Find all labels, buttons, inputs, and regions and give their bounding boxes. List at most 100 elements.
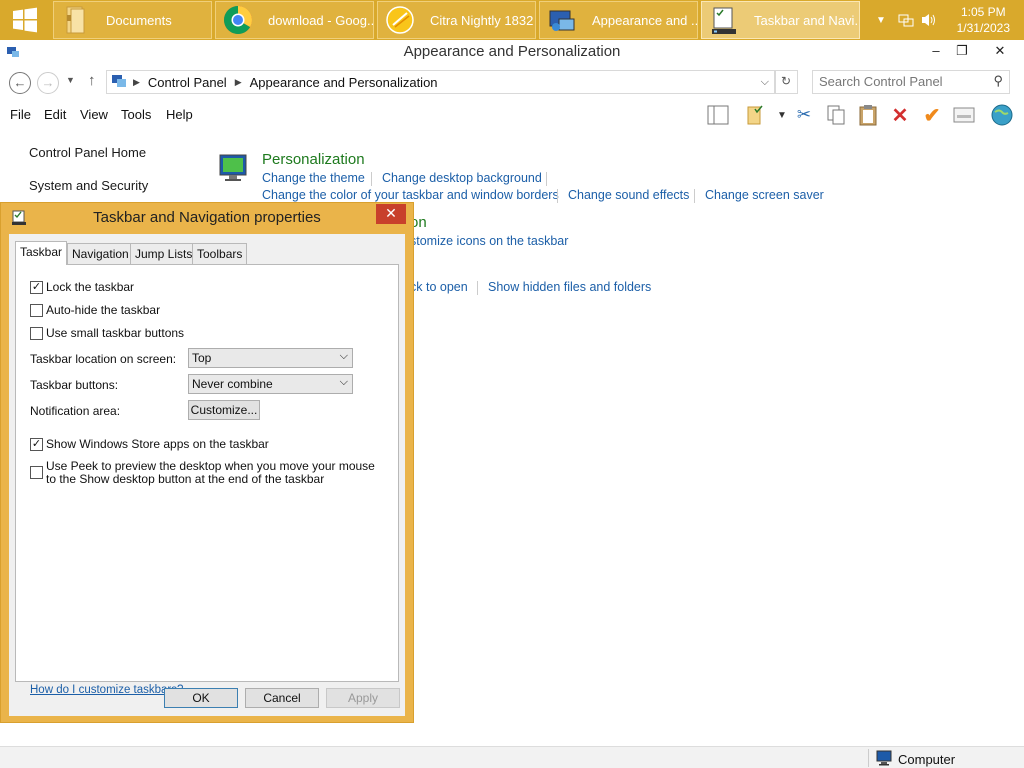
- delete-icon[interactable]: ✕: [888, 103, 912, 127]
- network-icon[interactable]: [898, 0, 914, 40]
- location-label: Taskbar location on screen:: [30, 352, 177, 366]
- back-button[interactable]: ←: [9, 72, 31, 94]
- sidebar-item-control-panel-home[interactable]: Control Panel Home: [29, 145, 146, 160]
- notification-label: Notification area:: [30, 404, 121, 418]
- address-bar[interactable]: ▶ Control Panel ▶ Appearance and Persona…: [106, 70, 776, 94]
- forward-button[interactable]: →: [37, 72, 59, 94]
- tab-taskbar[interactable]: Taskbar: [15, 241, 68, 265]
- peek-checkbox[interactable]: [30, 466, 43, 479]
- menu-edit[interactable]: Edit: [44, 107, 66, 122]
- search-icon[interactable]: ⚲: [993, 73, 1003, 89]
- recent-locations-button[interactable]: ▼: [66, 75, 75, 85]
- dialog-body: Taskbar Navigation Jump Lists Toolbars ✓…: [9, 234, 405, 716]
- cut-icon[interactable]: ✂: [792, 103, 816, 127]
- start-button[interactable]: [0, 0, 50, 40]
- personalization-icon[interactable]: [218, 152, 250, 187]
- volume-icon[interactable]: [920, 0, 938, 40]
- copy-icon[interactable]: [824, 103, 848, 127]
- computer-icon: [876, 750, 894, 768]
- taskbar-button-documents[interactable]: Documents: [53, 1, 212, 39]
- restore-button[interactable]: ❐: [952, 43, 972, 61]
- folder-icon: [60, 4, 92, 36]
- link-change-desktop-background[interactable]: Change desktop background: [382, 171, 542, 185]
- location-select[interactable]: Top ⌵: [188, 348, 353, 368]
- arrow-up-icon: ↑: [88, 72, 96, 89]
- tray-overflow-button[interactable]: ▼: [876, 0, 886, 40]
- dialog-title: Taskbar and Navigation properties: [93, 209, 321, 226]
- link-separator: [557, 189, 558, 203]
- link-separator: [371, 172, 372, 186]
- taskbar-clock[interactable]: 1:05 PM 1/31/2023: [957, 4, 1010, 36]
- peek-option[interactable]: Use Peek to preview the desktop when you…: [30, 460, 380, 486]
- status-computer: Computer: [876, 750, 955, 768]
- link-click-to-open[interactable]: ck to open: [410, 280, 468, 294]
- buttons-combine-value: Never combine: [192, 377, 273, 391]
- chevron-down-icon[interactable]: ⌵: [761, 76, 769, 89]
- buttons-combine-select[interactable]: Never combine ⌵: [188, 374, 353, 394]
- taskbar-button-label: Taskbar and Navi...: [754, 12, 860, 28]
- sidebar-item-system-security[interactable]: System and Security: [29, 178, 148, 193]
- apply-button[interactable]: Apply: [326, 688, 400, 708]
- breadcrumb-current[interactable]: Appearance and Personalization: [250, 75, 438, 90]
- citra-icon: [384, 4, 416, 36]
- layout-pane-icon[interactable]: [706, 103, 730, 127]
- status-divider: [868, 749, 869, 767]
- taskbar-button-appearance[interactable]: Appearance and ...: [539, 1, 698, 39]
- lock-taskbar-option[interactable]: ✓ Lock the taskbar: [30, 280, 134, 294]
- store-apps-option[interactable]: ✓ Show Windows Store apps on the taskbar: [30, 437, 269, 451]
- checkmark-icon[interactable]: ✔: [920, 103, 944, 127]
- minimize-button[interactable]: –: [926, 43, 946, 61]
- option-label: Lock the taskbar: [46, 280, 135, 294]
- globe-icon[interactable]: [990, 103, 1014, 127]
- chevron-down-icon: ▼: [876, 14, 886, 26]
- search-input[interactable]: Search Control Panel ⚲: [812, 70, 1010, 94]
- tab-jump-lists[interactable]: Jump Lists: [130, 243, 198, 264]
- small-buttons-option[interactable]: Use small taskbar buttons: [30, 326, 184, 340]
- dialog-close-button[interactable]: ✕: [376, 204, 406, 224]
- link-change-theme[interactable]: Change the theme: [262, 171, 365, 185]
- taskbar-button-label: Citra Nightly 1832: [430, 12, 534, 28]
- customize-button[interactable]: Customize...: [188, 400, 260, 420]
- status-bar: Computer: [0, 746, 1024, 768]
- menu-help[interactable]: Help: [166, 107, 193, 122]
- option-label: Use small taskbar buttons: [46, 326, 185, 340]
- chevron-down-icon: ⌵: [339, 350, 348, 362]
- taskbar-button-label: Appearance and ...: [592, 12, 698, 28]
- tab-navigation[interactable]: Navigation: [67, 243, 134, 264]
- close-button[interactable]: ✕: [990, 43, 1010, 61]
- paste-icon[interactable]: [856, 103, 880, 127]
- chevron-down-icon[interactable]: ▼: [770, 103, 794, 127]
- link-change-taskbar-color[interactable]: Change the color of your taskbar and win…: [262, 188, 559, 202]
- breadcrumb-control-panel[interactable]: Control Panel: [148, 75, 227, 90]
- properties-icon[interactable]: [952, 103, 976, 127]
- menu-view[interactable]: View: [80, 107, 108, 122]
- autohide-checkbox[interactable]: [30, 304, 43, 317]
- refresh-button[interactable]: ↻: [774, 70, 798, 94]
- link-change-screen-saver[interactable]: Change screen saver: [705, 188, 824, 202]
- option-label: Auto-hide the taskbar: [46, 303, 161, 317]
- autohide-option[interactable]: Auto-hide the taskbar: [30, 303, 160, 317]
- menu-tools[interactable]: Tools: [121, 107, 151, 122]
- store-apps-checkbox[interactable]: ✓: [30, 438, 43, 451]
- link-change-sound-effects[interactable]: Change sound effects: [568, 188, 689, 202]
- control-panel-icon: [111, 74, 127, 91]
- taskbar-button-chrome[interactable]: download - Goog...: [215, 1, 374, 39]
- chrome-icon: [222, 4, 254, 36]
- up-button[interactable]: ↑: [88, 72, 96, 89]
- lock-taskbar-checkbox[interactable]: ✓: [30, 281, 43, 294]
- small-buttons-checkbox[interactable]: [30, 327, 43, 340]
- link-show-hidden-files[interactable]: Show hidden files and folders: [488, 280, 651, 294]
- cancel-button[interactable]: Cancel: [245, 688, 319, 708]
- tab-toolbars[interactable]: Toolbars: [192, 243, 248, 264]
- taskbar-button-citra[interactable]: Citra Nightly 1832: [377, 1, 536, 39]
- taskbar-button-taskbar-properties[interactable]: Taskbar and Navi...: [701, 1, 860, 39]
- clock-time: 1:05 PM: [960, 5, 1006, 19]
- folder-options-icon[interactable]: [744, 103, 768, 127]
- menu-file[interactable]: File: [10, 107, 31, 122]
- ok-button[interactable]: OK: [164, 688, 238, 708]
- taskbar-button-label: download - Goog...: [268, 12, 374, 28]
- personalization-title[interactable]: Personalization: [262, 151, 365, 168]
- link-customize-icons[interactable]: stomize icons on the taskbar: [410, 234, 568, 248]
- buttons-label: Taskbar buttons:: [30, 378, 119, 392]
- help-link[interactable]: How do I customize taskbars?: [30, 684, 183, 696]
